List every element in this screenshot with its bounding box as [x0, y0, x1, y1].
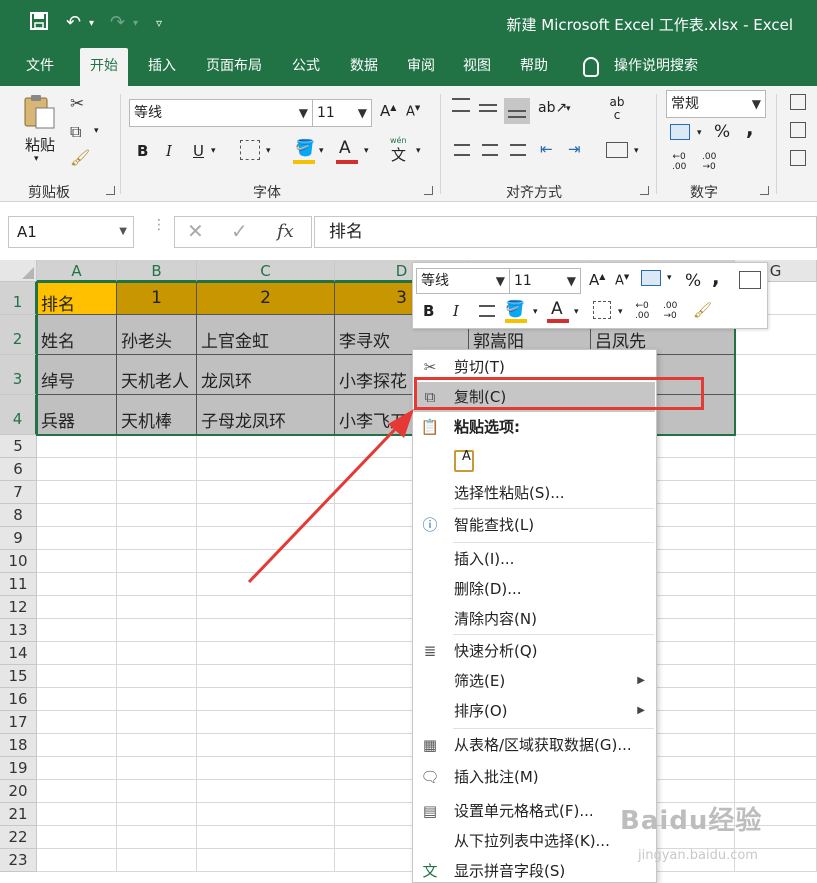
annotation-arrow	[247, 409, 414, 584]
watermark-logo: Baidu经验	[620, 806, 763, 836]
watermark-url: jingyan.baidu.com	[638, 848, 758, 863]
